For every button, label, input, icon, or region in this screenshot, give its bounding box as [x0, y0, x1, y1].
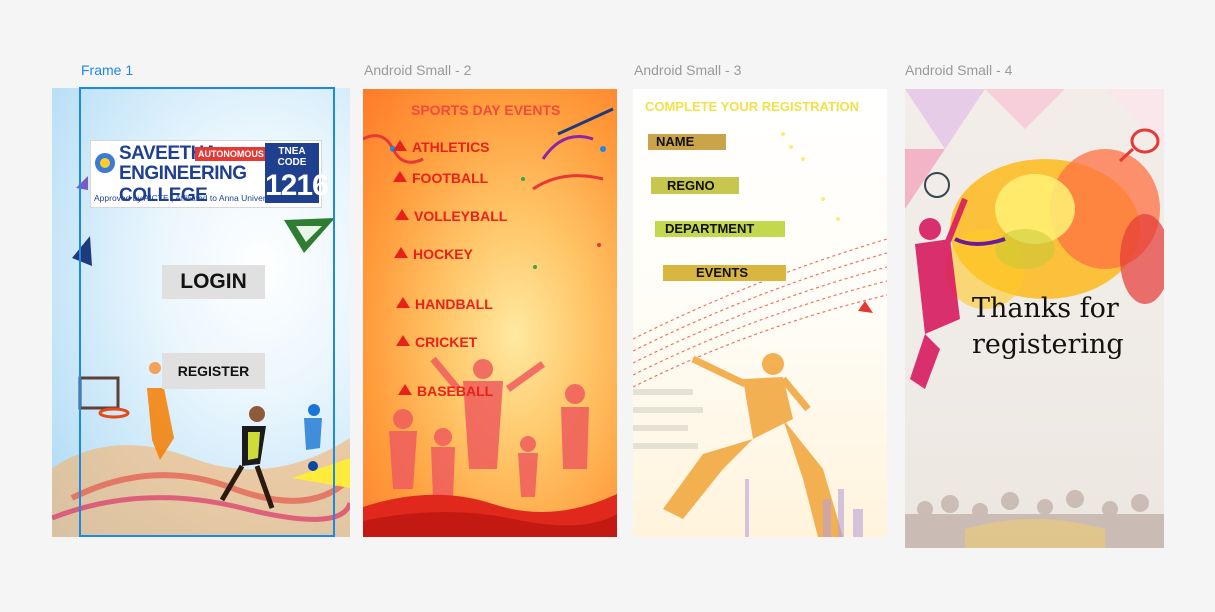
runner-background-art — [633, 132, 887, 537]
login-button[interactable]: LOGIN — [162, 265, 265, 299]
triangle-bullet-icon — [394, 247, 408, 258]
tnea-code-badge: TNEA CODE 1216 — [265, 143, 329, 203]
thanks-line-1: Thanks for — [972, 293, 1119, 324]
login-screen-frame[interactable]: SAVEETHA AUTONOMOUS ENGINEERING COLLEGE … — [52, 88, 350, 537]
logo-subline: Approved by AICTE | Affiliated to Anna U… — [94, 193, 279, 203]
frame-label-android-small-3[interactable]: Android Small - 3 — [634, 62, 741, 78]
events-field[interactable]: EVENTS — [663, 265, 786, 281]
triangle-bullet-icon — [396, 297, 410, 308]
thanks-screen-frame[interactable]: Thanks for registering — [905, 89, 1164, 548]
event-item-hockey[interactable]: HOCKEY — [394, 246, 473, 262]
registration-title: COMPLETE YOUR REGISTRATION — [645, 99, 860, 114]
regno-field[interactable]: REGNO — [651, 177, 739, 194]
college-logo: SAVEETHA AUTONOMOUS ENGINEERING COLLEGE … — [90, 140, 329, 208]
logo-autonomous-badge: AUTONOMOUS — [195, 147, 267, 161]
frame-label-android-small-4[interactable]: Android Small - 4 — [905, 62, 1012, 78]
register-button[interactable]: REGISTER — [162, 353, 265, 389]
event-item-volleyball[interactable]: VOLLEYBALL — [395, 208, 507, 224]
event-item-baseball[interactable]: BASEBALL — [398, 383, 493, 399]
tnea-code: 1216 — [265, 169, 329, 202]
triangle-bullet-icon — [393, 171, 407, 182]
frame-label-android-small-2[interactable]: Android Small - 2 — [364, 62, 471, 78]
celebration-background-art — [363, 107, 617, 537]
thanks-message: Thanks for registering — [972, 291, 1124, 363]
triangle-bullet-icon — [396, 335, 410, 346]
event-item-football[interactable]: FOOTBALL — [393, 170, 488, 186]
events-title: SPORTS DAY EVENTS — [411, 102, 561, 118]
triangle-bullet-icon — [398, 384, 412, 395]
department-field[interactable]: DEPARTMENT — [655, 221, 785, 237]
thanks-line-2: registering — [972, 329, 1124, 360]
event-item-athletics[interactable]: ATHLETICS — [393, 139, 490, 155]
college-emblem-icon — [95, 153, 115, 173]
frame-label-frame-1[interactable]: Frame 1 — [81, 62, 133, 78]
registration-screen-frame[interactable]: COMPLETE YOUR REGISTRATION NAME REGNO DE… — [633, 89, 887, 537]
triangle-bullet-icon — [395, 209, 409, 220]
event-item-handball[interactable]: HANDBALL — [396, 296, 493, 312]
name-field[interactable]: NAME — [648, 134, 726, 150]
triangle-bullet-icon — [393, 140, 407, 151]
events-screen-frame[interactable]: SPORTS DAY EVENTS ATHLETICS FOOTBALL VOL… — [363, 89, 617, 537]
event-item-cricket[interactable]: CRICKET — [396, 334, 477, 350]
tnea-label: TNEA CODE — [277, 146, 307, 168]
